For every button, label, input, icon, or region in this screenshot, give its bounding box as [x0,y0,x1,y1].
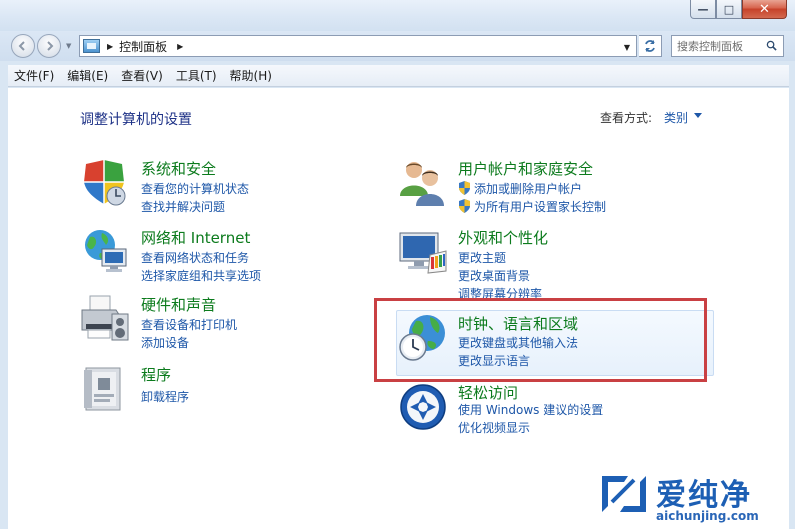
title-bar: — □ ✕ [0,0,795,31]
control-panel-icon [83,39,100,53]
refresh-icon [645,40,655,52]
uac-shield-icon [459,181,470,195]
network-globe-icon[interactable] [80,227,130,277]
printer-icon[interactable] [80,294,130,344]
forward-arrow-icon [47,41,54,51]
back-button[interactable] [11,34,35,58]
link-uninstall-program[interactable]: 卸载程序 [141,388,189,405]
view-by-label: 查看方式: [600,111,653,125]
forward-button[interactable] [37,34,61,58]
breadcrumb-chevron-icon[interactable]: ▶ [177,42,183,51]
search-input[interactable] [672,37,762,55]
watermark-brand: 爱纯净 [656,478,752,513]
breadcrumb-control-panel[interactable]: 控制面板 [119,38,167,55]
back-arrow-icon [18,41,25,51]
link-add-device[interactable]: 添加设备 [141,334,189,351]
close-icon: ✕ [759,1,770,17]
appearance-icon[interactable] [398,227,448,277]
link-parental-controls-label: 为所有用户设置家长控制 [474,200,607,214]
link-parental-controls[interactable]: 为所有用户设置家长控制 [458,198,606,215]
close-button[interactable]: ✕ [742,0,787,19]
link-change-background[interactable]: 更改桌面背景 [458,267,530,284]
menu-help[interactable]: 帮助(H) [225,67,277,84]
link-homegroup-sharing[interactable]: 选择家庭组和共享选项 [141,267,261,284]
maximize-icon: □ [723,2,735,16]
search-icon[interactable] [766,40,777,51]
link-change-theme[interactable]: 更改主题 [458,249,506,266]
shield-icon[interactable] [80,158,130,208]
address-bar[interactable]: ▶ 控制面板 ▶ ▼ [79,35,637,57]
link-add-remove-accounts-label: 添加或删除用户帐户 [474,182,583,196]
minimize-icon: — [697,2,709,16]
category-title-hardware[interactable]: 硬件和声音 [141,294,216,315]
users-icon[interactable] [398,158,448,208]
category-title-ease[interactable]: 轻松访问 [458,382,518,403]
link-optimize-display[interactable]: 优化视频显示 [458,419,530,436]
menu-view[interactable]: 查看(V) [116,67,168,84]
brand-logo-icon [602,476,646,512]
watermark: 爱纯净 aichunjing.com [590,470,790,526]
minimize-button[interactable]: — [690,0,716,19]
breadcrumb-chevron-icon[interactable]: ▶ [107,42,113,51]
link-windows-recommended[interactable]: 使用 Windows 建议的设置 [458,401,603,418]
annotation-highlight-box [374,298,707,382]
page-title: 调整计算机的设置 [80,112,192,128]
ease-of-access-icon[interactable] [398,382,448,432]
link-find-fix-problems[interactable]: 查找并解决问题 [141,198,225,215]
programs-icon[interactable] [80,364,130,414]
address-dropdown-icon[interactable]: ▼ [624,43,630,52]
category-title-network[interactable]: 网络和 Internet [141,227,250,248]
navigation-bar: ▼ ▶ 控制面板 ▶ ▼ [0,31,795,61]
link-devices-printers[interactable]: 查看设备和打印机 [141,316,237,333]
maximize-button[interactable]: □ [716,0,742,19]
watermark-url: aichunjing.com [656,509,759,523]
view-by-arrow-icon[interactable] [694,113,702,118]
recent-pages-dropdown[interactable]: ▼ [66,42,71,50]
refresh-button[interactable] [639,35,662,57]
menu-tools[interactable]: 工具(T) [171,67,222,84]
link-view-computer-status[interactable]: 查看您的计算机状态 [141,180,249,197]
menu-bar: 文件(F) 编辑(E) 查看(V) 工具(T) 帮助(H) [8,65,789,87]
menu-file[interactable]: 文件(F) [8,67,59,84]
caption-buttons: — □ ✕ [690,0,787,19]
category-title-programs[interactable]: 程序 [141,364,171,385]
link-add-remove-accounts[interactable]: 添加或删除用户帐户 [458,180,582,197]
uac-shield-icon [459,199,470,213]
category-title-user-accounts[interactable]: 用户帐户和家庭安全 [458,158,593,179]
link-view-network-status[interactable]: 查看网络状态和任务 [141,249,249,266]
view-by-dropdown[interactable]: 类别 [664,109,688,126]
menu-edit[interactable]: 编辑(E) [62,67,113,84]
category-title-appearance[interactable]: 外观和个性化 [458,227,548,248]
category-title-system[interactable]: 系统和安全 [141,158,216,179]
search-box[interactable] [671,35,784,57]
main-content: 调整计算机的设置 查看方式: 类别 系统和安全 查看您的计算机状态 查找并解决问… [8,88,789,529]
